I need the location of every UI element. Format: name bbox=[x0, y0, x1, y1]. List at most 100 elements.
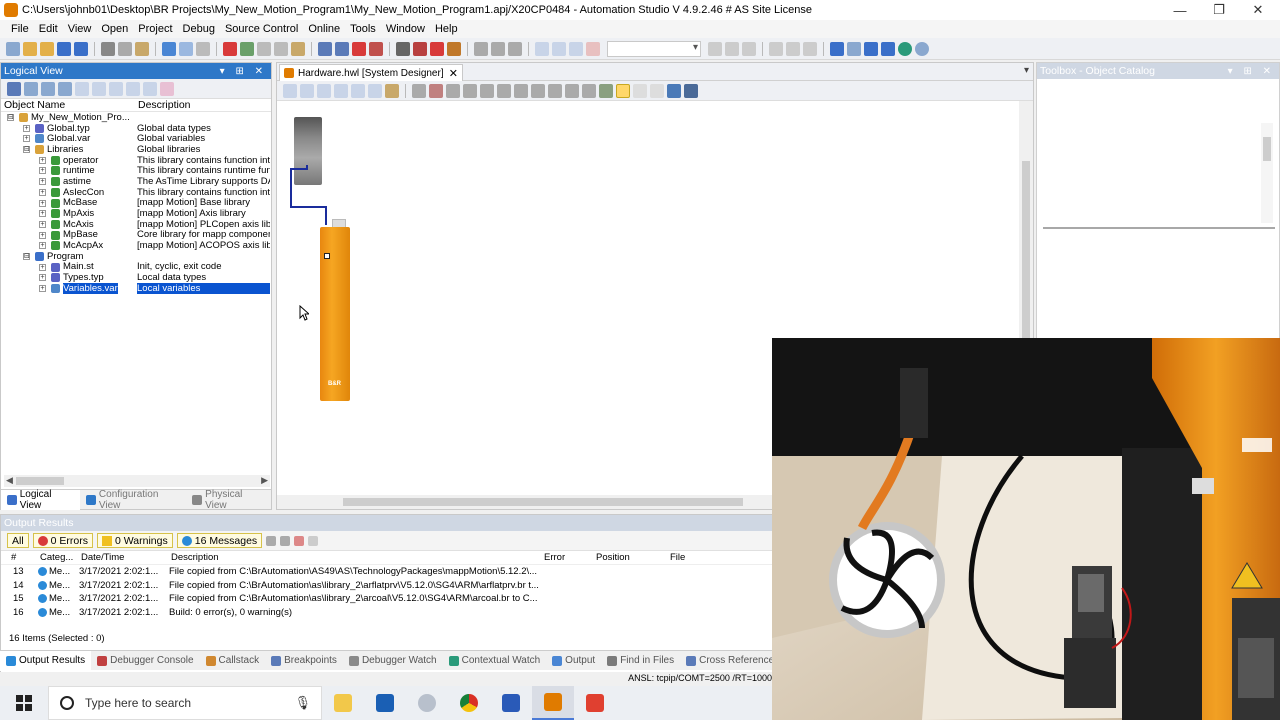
col-description[interactable]: Description bbox=[171, 552, 219, 563]
find-icon[interactable] bbox=[396, 41, 410, 56]
build-icon[interactable] bbox=[240, 41, 254, 56]
filter-messages-button[interactable]: 16 Messages bbox=[176, 533, 263, 548]
window-icon[interactable] bbox=[535, 41, 549, 56]
fit-icon[interactable] bbox=[582, 83, 596, 98]
menu-view[interactable]: View bbox=[63, 23, 97, 35]
menu-tools[interactable]: Tools bbox=[345, 23, 381, 35]
edit-object-icon[interactable] bbox=[92, 81, 106, 96]
align-icon[interactable] bbox=[803, 41, 817, 56]
tree-row[interactable]: + Variables.var Local variables bbox=[1, 282, 271, 294]
collapse-icon[interactable]: ⊟ bbox=[23, 252, 30, 260]
new-project-icon[interactable] bbox=[6, 41, 20, 56]
connect-icon[interactable] bbox=[334, 83, 348, 98]
menu-project[interactable]: Project bbox=[133, 23, 177, 35]
text-toggle-icon[interactable] bbox=[616, 83, 630, 98]
bottom-tab[interactable]: Debugger Console bbox=[91, 651, 199, 671]
tree-row[interactable]: + astime The AsTime Library supports DAT bbox=[1, 176, 271, 187]
bookmark-icon[interactable] bbox=[742, 41, 756, 56]
refresh-icon[interactable] bbox=[196, 41, 210, 56]
options-icon[interactable] bbox=[508, 41, 522, 56]
align-right-icon[interactable] bbox=[480, 83, 494, 98]
recorder-app[interactable] bbox=[574, 686, 616, 720]
bottom-tab[interactable]: Breakpoints bbox=[265, 651, 343, 671]
tree-row[interactable]: + MpAxis [mapp Motion] Axis library bbox=[1, 208, 271, 219]
tree-row[interactable]: + Types.typ Local data types bbox=[1, 272, 271, 283]
menu-file[interactable]: File bbox=[6, 23, 34, 35]
toolbox-splitter[interactable] bbox=[1043, 227, 1275, 229]
tree-row[interactable]: + AsIecCon This library contains function … bbox=[1, 187, 271, 198]
save-icon[interactable] bbox=[57, 41, 71, 56]
start-button[interactable] bbox=[0, 686, 48, 720]
expand-icon[interactable]: + bbox=[39, 178, 46, 186]
bottom-tab[interactable]: Output bbox=[546, 651, 601, 671]
open-project-icon[interactable] bbox=[23, 41, 37, 56]
chrome-app[interactable] bbox=[448, 686, 490, 720]
tag-icon[interactable] bbox=[160, 81, 174, 96]
link-icon[interactable] bbox=[126, 81, 140, 96]
minus-icon[interactable] bbox=[881, 41, 895, 56]
remote-desktop-app[interactable] bbox=[490, 686, 532, 720]
filter-icon[interactable] bbox=[58, 81, 72, 96]
logical-view-hscroll[interactable]: ◀ ▶ bbox=[4, 475, 270, 487]
expand-icon[interactable]: + bbox=[39, 274, 46, 282]
expand-icon[interactable]: + bbox=[39, 156, 46, 164]
align-left-icon[interactable] bbox=[446, 83, 460, 98]
rebuild-icon[interactable] bbox=[257, 41, 271, 56]
copy-object-icon[interactable] bbox=[109, 81, 123, 96]
compare-icon[interactable] bbox=[335, 41, 349, 56]
minimize-button[interactable]: — bbox=[1160, 0, 1200, 20]
tab-logical-view[interactable]: Logical View bbox=[1, 489, 81, 511]
clear-log-icon[interactable] bbox=[294, 535, 305, 546]
search-icon[interactable] bbox=[412, 83, 426, 98]
pointer-icon[interactable] bbox=[283, 83, 297, 98]
tree-row[interactable]: ⊟ My_New_Motion_Pro... bbox=[1, 112, 271, 123]
properties-icon[interactable] bbox=[274, 41, 288, 56]
package-icon[interactable] bbox=[291, 41, 305, 56]
col-category[interactable]: Categ... bbox=[40, 552, 73, 563]
indent-icon[interactable] bbox=[769, 41, 783, 56]
bottom-tab[interactable]: Cross Reference bbox=[680, 651, 780, 671]
undo-icon[interactable] bbox=[162, 41, 176, 56]
outlook-app[interactable] bbox=[364, 686, 406, 720]
menu-help[interactable]: Help bbox=[430, 23, 463, 35]
menu-online[interactable]: Online bbox=[303, 23, 345, 35]
resize-icon[interactable] bbox=[565, 83, 579, 98]
collapse-icon[interactable]: ⊟ bbox=[23, 146, 30, 154]
clear-icon[interactable] bbox=[586, 41, 600, 56]
drive-port[interactable] bbox=[324, 253, 330, 259]
tree-row[interactable]: + runtime This library contains runtime fu… bbox=[1, 165, 271, 176]
expand-icon[interactable]: + bbox=[39, 242, 46, 250]
col-number[interactable]: # bbox=[11, 552, 16, 563]
export-icon[interactable] bbox=[667, 83, 681, 98]
arrow-up-icon[interactable] bbox=[830, 41, 844, 56]
tree-row[interactable]: + operator This library contains function … bbox=[1, 155, 271, 166]
taskbar-search-box[interactable]: Type here to search 🎙 bbox=[48, 686, 322, 720]
group-icon[interactable] bbox=[351, 83, 365, 98]
scroll-thumb[interactable] bbox=[1022, 161, 1030, 341]
tree-row[interactable]: + McAcpAx [mapp Motion] ACOPOS axis libra bbox=[1, 240, 271, 251]
microphone-icon[interactable]: 🎙 bbox=[294, 695, 311, 711]
scroll-thumb[interactable] bbox=[343, 498, 743, 506]
globe-icon[interactable] bbox=[898, 41, 912, 56]
tools-icon[interactable] bbox=[491, 41, 505, 56]
sort-icon[interactable] bbox=[786, 41, 800, 56]
toolbox-vscroll[interactable] bbox=[1261, 123, 1273, 223]
paste-icon[interactable] bbox=[135, 41, 149, 56]
bottom-tab[interactable]: Output Results bbox=[0, 650, 92, 671]
browse-back-icon[interactable] bbox=[708, 41, 722, 56]
filter-all-button[interactable]: All bbox=[7, 533, 29, 548]
output-row[interactable]: 13 Me... 3/17/2021 2:02:1... File copied fr… bbox=[1, 565, 773, 579]
maximize-button[interactable]: ❐ bbox=[1199, 0, 1239, 20]
col-object-name[interactable]: Object Name bbox=[1, 99, 135, 111]
layout-icon[interactable] bbox=[552, 41, 566, 56]
expand-icon[interactable]: + bbox=[23, 135, 30, 143]
tab-list-dropdown-icon[interactable]: ▾ bbox=[1024, 65, 1029, 76]
expand-icon[interactable]: + bbox=[39, 210, 46, 218]
col-datetime[interactable]: Date/Time bbox=[81, 552, 124, 563]
network-icon[interactable] bbox=[684, 83, 698, 98]
tree-row[interactable]: + McBase [mapp Motion] Base library bbox=[1, 197, 271, 208]
ungroup-icon[interactable] bbox=[368, 83, 382, 98]
expand-icon[interactable]: + bbox=[39, 220, 46, 228]
text-icon[interactable] bbox=[633, 83, 647, 98]
tab-hardware-designer[interactable]: Hardware.hwl [System Designer] ✕ bbox=[279, 64, 463, 81]
